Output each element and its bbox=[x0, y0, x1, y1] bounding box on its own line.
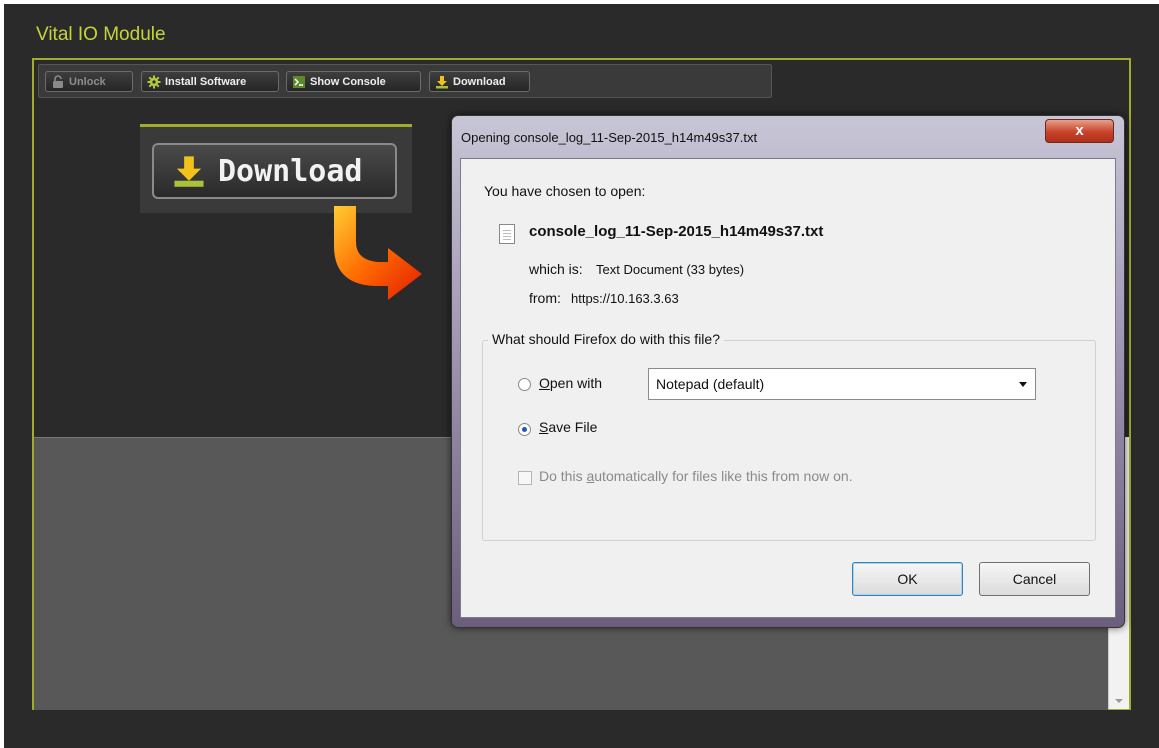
ok-button[interactable]: OK bbox=[852, 562, 963, 596]
callout-accent-line bbox=[140, 124, 412, 127]
toolbar: Unlock Install Software Show Console Dow… bbox=[38, 64, 772, 98]
console-icon bbox=[293, 75, 305, 88]
save-file-radio[interactable] bbox=[518, 423, 531, 436]
gear-icon bbox=[147, 75, 161, 88]
auto-action-checkbox[interactable] bbox=[518, 471, 532, 485]
dialog-title: Opening console_log_11-Sep-2015_h14m49s3… bbox=[461, 130, 758, 145]
chevron-down-icon bbox=[1019, 382, 1027, 387]
lock-icon bbox=[53, 74, 63, 88]
install-software-button[interactable]: Install Software bbox=[141, 71, 279, 92]
open-with-label[interactable]: Open with bbox=[539, 375, 602, 391]
which-is-label: which is: bbox=[529, 261, 583, 277]
download-label: Download bbox=[453, 75, 506, 88]
from-label: from: bbox=[529, 290, 561, 306]
close-button[interactable]: x bbox=[1045, 119, 1114, 143]
file-name: console_log_11-Sep-2015_h14m49s37.txt bbox=[529, 223, 824, 240]
chosen-text: You have chosen to open: bbox=[484, 183, 646, 199]
dialog-body: You have chosen to open: console_log_11-… bbox=[460, 158, 1116, 618]
download-icon bbox=[174, 156, 204, 187]
app-title: Vital IO Module bbox=[36, 24, 166, 45]
open-with-radio[interactable] bbox=[518, 378, 531, 391]
show-console-label: Show Console bbox=[310, 75, 386, 88]
cancel-button[interactable]: Cancel bbox=[979, 562, 1090, 596]
show-console-button[interactable]: Show Console bbox=[286, 71, 421, 92]
unlock-label: Unlock bbox=[69, 75, 106, 88]
curved-arrow-icon bbox=[334, 206, 422, 300]
callout-download-label: Download bbox=[218, 153, 363, 189]
download-callout-button: Download bbox=[152, 143, 397, 199]
file-open-dialog: Opening console_log_11-Sep-2015_h14m49s3… bbox=[451, 115, 1125, 628]
auto-action-label[interactable]: Do this automatically for files like thi… bbox=[539, 468, 853, 484]
unlock-button[interactable]: Unlock bbox=[45, 71, 133, 92]
text-file-icon bbox=[499, 224, 515, 244]
download-button[interactable]: Download bbox=[429, 71, 530, 92]
open-with-value: Notepad (default) bbox=[656, 376, 765, 392]
source-url: https://10.163.3.63 bbox=[571, 291, 679, 306]
download-icon bbox=[436, 75, 448, 88]
file-type-value: Text Document (33 bytes) bbox=[596, 262, 745, 277]
open-with-select[interactable]: Notepad (default) bbox=[648, 368, 1036, 400]
scroll-down-icon[interactable] bbox=[1115, 699, 1123, 703]
save-file-label[interactable]: Save File bbox=[539, 419, 597, 435]
close-icon: x bbox=[1075, 122, 1084, 139]
action-question: What should Firefox do with this file? bbox=[488, 331, 724, 347]
install-software-label: Install Software bbox=[165, 75, 247, 88]
